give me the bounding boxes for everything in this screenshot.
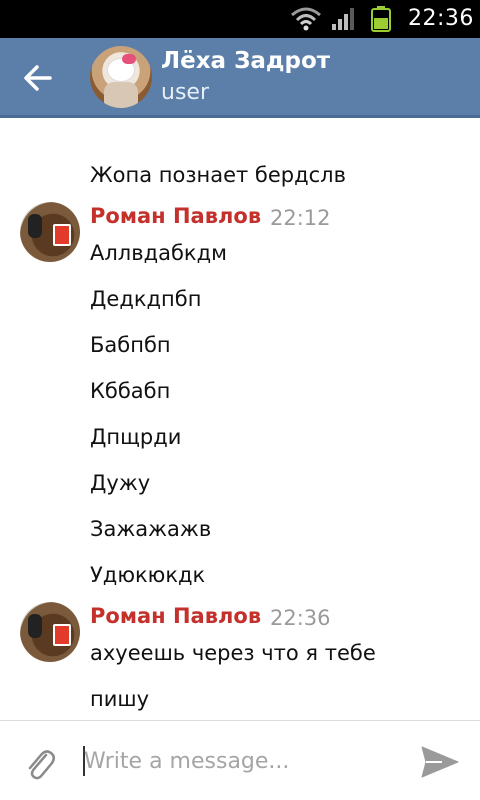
- status-bar: 22:36: [0, 0, 480, 38]
- message-time: 22:36: [270, 606, 331, 630]
- message-text: ахуеешь через что я тебе: [90, 641, 376, 665]
- message-input[interactable]: [84, 741, 394, 781]
- chat-header: Лёха Задрот user: [0, 38, 480, 118]
- message-text: пишу: [90, 687, 150, 711]
- message-text: Зажажажв: [90, 517, 212, 541]
- contact-status: user: [161, 80, 209, 105]
- message-text: Дужу: [90, 471, 151, 495]
- battery-icon: [371, 6, 391, 32]
- contact-name[interactable]: Лёха Задрот: [161, 48, 330, 74]
- sender-avatar[interactable]: [20, 202, 80, 262]
- sender-name[interactable]: Роман Павлов: [90, 604, 261, 628]
- message-text: Дпщрди: [90, 425, 182, 449]
- message-composer: [0, 720, 480, 800]
- message-text: Бабпбп: [90, 333, 171, 357]
- contact-avatar[interactable]: [90, 46, 152, 108]
- message-text: Удюкюкдк: [90, 563, 206, 587]
- send-icon[interactable]: [420, 745, 460, 779]
- back-arrow-icon[interactable]: [22, 62, 54, 94]
- message-text: Кббабп: [90, 379, 171, 403]
- signal-icon: [332, 8, 354, 30]
- message-list[interactable]: Жопа познает бердслв Роман Павлов 22:12 …: [0, 121, 480, 719]
- paperclip-icon[interactable]: [24, 743, 56, 783]
- message-text: Аллвдабкдм: [90, 241, 227, 265]
- status-time: 22:36: [408, 6, 474, 31]
- message-text: Жопа познает бердслв: [90, 163, 346, 187]
- message-time: 22:12: [270, 206, 331, 230]
- message-text: Дедкдпбп: [90, 287, 202, 311]
- wifi-icon: [291, 7, 321, 31]
- sender-avatar[interactable]: [20, 602, 80, 662]
- sender-name[interactable]: Роман Павлов: [90, 204, 261, 228]
